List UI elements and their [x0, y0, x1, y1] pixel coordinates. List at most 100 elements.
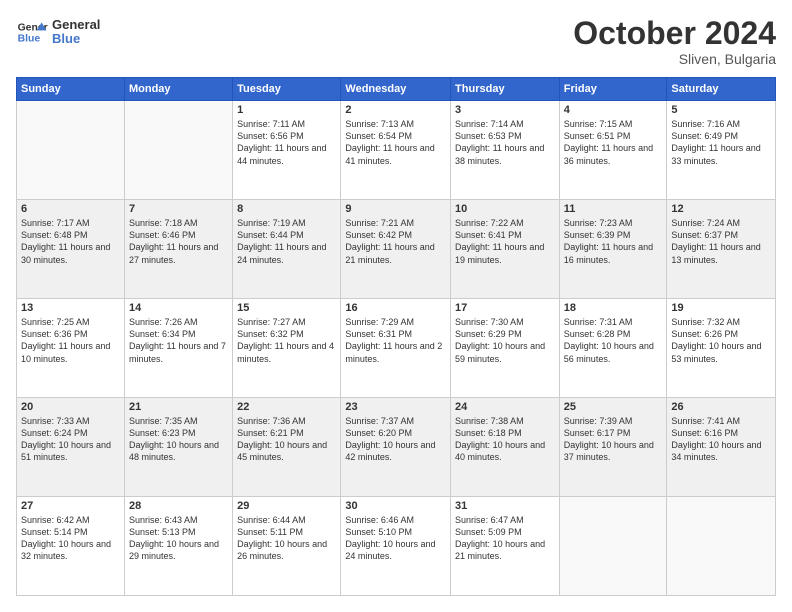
day-info: Sunrise: 6:44 AM Sunset: 5:11 PM Dayligh…	[237, 514, 336, 563]
day-info: Sunrise: 7:23 AM Sunset: 6:39 PM Dayligh…	[564, 217, 663, 266]
logo-text-general: General	[52, 18, 100, 32]
table-row: 21 Sunrise: 7:35 AM Sunset: 6:23 PM Dayli…	[124, 398, 232, 497]
day-info: Sunrise: 7:41 AM Sunset: 6:16 PM Dayligh…	[671, 415, 771, 464]
col-sunday: Sunday	[17, 78, 125, 101]
table-row: 1 Sunrise: 7:11 AM Sunset: 6:56 PM Daylig…	[233, 101, 341, 200]
day-number: 23	[345, 401, 446, 413]
day-info: Sunrise: 7:16 AM Sunset: 6:49 PM Dayligh…	[671, 118, 771, 167]
col-saturday: Saturday	[667, 78, 776, 101]
day-number: 8	[237, 203, 336, 215]
logo-icon: General Blue	[16, 16, 48, 48]
table-row: 26 Sunrise: 7:41 AM Sunset: 6:16 PM Dayli…	[667, 398, 776, 497]
table-row	[124, 101, 232, 200]
day-info: Sunrise: 7:27 AM Sunset: 6:32 PM Dayligh…	[237, 316, 336, 365]
table-row: 29Sunrise: 6:44 AM Sunset: 5:11 PM Dayli…	[233, 497, 341, 596]
table-row: 23 Sunrise: 7:37 AM Sunset: 6:20 PM Dayli…	[341, 398, 451, 497]
col-wednesday: Wednesday	[341, 78, 451, 101]
table-row: 10 Sunrise: 7:22 AM Sunset: 6:41 PM Dayli…	[451, 200, 560, 299]
page: General Blue General Blue October 2024 S…	[0, 0, 792, 612]
day-info: Sunrise: 7:31 AM Sunset: 6:28 PM Dayligh…	[564, 316, 663, 365]
day-number: 3	[455, 104, 555, 116]
table-row: 4 Sunrise: 7:15 AM Sunset: 6:51 PM Daylig…	[559, 101, 667, 200]
day-info: Sunrise: 7:18 AM Sunset: 6:46 PM Dayligh…	[129, 217, 228, 266]
day-info: Sunrise: 6:43 AM Sunset: 5:13 PM Dayligh…	[129, 514, 228, 563]
day-info: Sunrise: 6:47 AM Sunset: 5:09 PM Dayligh…	[455, 514, 555, 563]
day-number: 11	[564, 203, 663, 215]
day-number: 24	[455, 401, 555, 413]
table-row: 17Sunrise: 7:30 AM Sunset: 6:29 PM Dayli…	[451, 299, 560, 398]
title-block: October 2024 Sliven, Bulgaria	[573, 16, 776, 67]
table-row: 30Sunrise: 6:46 AM Sunset: 5:10 PM Dayli…	[341, 497, 451, 596]
day-info: Sunrise: 7:37 AM Sunset: 6:20 PM Dayligh…	[345, 415, 446, 464]
day-number: 28	[129, 500, 228, 512]
day-info: Sunrise: 7:13 AM Sunset: 6:54 PM Dayligh…	[345, 118, 446, 167]
day-info: Sunrise: 7:11 AM Sunset: 6:56 PM Dayligh…	[237, 118, 336, 167]
day-number: 18	[564, 302, 663, 314]
calendar-week-row: 1 Sunrise: 7:11 AM Sunset: 6:56 PM Daylig…	[17, 101, 776, 200]
day-info: Sunrise: 7:36 AM Sunset: 6:21 PM Dayligh…	[237, 415, 336, 464]
logo: General Blue General Blue	[16, 16, 100, 48]
day-info: Sunrise: 7:15 AM Sunset: 6:51 PM Dayligh…	[564, 118, 663, 167]
day-number: 25	[564, 401, 663, 413]
table-row: 3 Sunrise: 7:14 AM Sunset: 6:53 PM Daylig…	[451, 101, 560, 200]
month-title: October 2024	[573, 16, 776, 51]
logo-text-blue: Blue	[52, 32, 100, 46]
day-number: 19	[671, 302, 771, 314]
day-number: 27	[21, 500, 120, 512]
table-row	[667, 497, 776, 596]
table-row: 5Sunrise: 7:16 AM Sunset: 6:49 PM Daylig…	[667, 101, 776, 200]
day-number: 4	[564, 104, 663, 116]
header: General Blue General Blue October 2024 S…	[16, 16, 776, 67]
day-info: Sunrise: 7:29 AM Sunset: 6:31 PM Dayligh…	[345, 316, 446, 365]
table-row	[17, 101, 125, 200]
day-number: 22	[237, 401, 336, 413]
table-row: 31 Sunrise: 6:47 AM Sunset: 5:09 PM Dayli…	[451, 497, 560, 596]
calendar-week-row: 20Sunrise: 7:33 AM Sunset: 6:24 PM Dayli…	[17, 398, 776, 497]
table-row: 12Sunrise: 7:24 AM Sunset: 6:37 PM Dayli…	[667, 200, 776, 299]
day-number: 26	[671, 401, 771, 413]
calendar-week-row: 27 Sunrise: 6:42 AM Sunset: 5:14 PM Dayli…	[17, 497, 776, 596]
day-number: 7	[129, 203, 228, 215]
location: Sliven, Bulgaria	[573, 51, 776, 67]
table-row	[559, 497, 667, 596]
table-row: 2 Sunrise: 7:13 AM Sunset: 6:54 PM Daylig…	[341, 101, 451, 200]
day-number: 2	[345, 104, 446, 116]
day-info: Sunrise: 7:22 AM Sunset: 6:41 PM Dayligh…	[455, 217, 555, 266]
calendar-week-row: 13 Sunrise: 7:25 AM Sunset: 6:36 PM Dayli…	[17, 299, 776, 398]
svg-text:Blue: Blue	[18, 34, 41, 45]
table-row: 16Sunrise: 7:29 AM Sunset: 6:31 PM Dayli…	[341, 299, 451, 398]
day-info: Sunrise: 7:38 AM Sunset: 6:18 PM Dayligh…	[455, 415, 555, 464]
day-info: Sunrise: 7:24 AM Sunset: 6:37 PM Dayligh…	[671, 217, 771, 266]
table-row: 24 Sunrise: 7:38 AM Sunset: 6:18 PM Dayli…	[451, 398, 560, 497]
day-info: Sunrise: 7:21 AM Sunset: 6:42 PM Dayligh…	[345, 217, 446, 266]
day-info: Sunrise: 7:26 AM Sunset: 6:34 PM Dayligh…	[129, 316, 228, 365]
day-number: 1	[237, 104, 336, 116]
day-number: 15	[237, 302, 336, 314]
day-number: 17	[455, 302, 555, 314]
table-row: 18 Sunrise: 7:31 AM Sunset: 6:28 PM Dayli…	[559, 299, 667, 398]
table-row: 22 Sunrise: 7:36 AM Sunset: 6:21 PM Dayli…	[233, 398, 341, 497]
col-thursday: Thursday	[451, 78, 560, 101]
day-info: Sunrise: 6:42 AM Sunset: 5:14 PM Dayligh…	[21, 514, 120, 563]
table-row: 13 Sunrise: 7:25 AM Sunset: 6:36 PM Dayli…	[17, 299, 125, 398]
day-number: 10	[455, 203, 555, 215]
day-info: Sunrise: 7:14 AM Sunset: 6:53 PM Dayligh…	[455, 118, 555, 167]
day-number: 6	[21, 203, 120, 215]
day-number: 20	[21, 401, 120, 413]
day-number: 13	[21, 302, 120, 314]
day-number: 14	[129, 302, 228, 314]
table-row: 7 Sunrise: 7:18 AM Sunset: 6:46 PM Daylig…	[124, 200, 232, 299]
day-number: 21	[129, 401, 228, 413]
day-info: Sunrise: 7:25 AM Sunset: 6:36 PM Dayligh…	[21, 316, 120, 365]
day-number: 9	[345, 203, 446, 215]
day-info: Sunrise: 7:35 AM Sunset: 6:23 PM Dayligh…	[129, 415, 228, 464]
table-row: 20Sunrise: 7:33 AM Sunset: 6:24 PM Dayli…	[17, 398, 125, 497]
table-row: 14 Sunrise: 7:26 AM Sunset: 6:34 PM Dayli…	[124, 299, 232, 398]
calendar-week-row: 6Sunrise: 7:17 AM Sunset: 6:48 PM Daylig…	[17, 200, 776, 299]
day-info: Sunrise: 6:46 AM Sunset: 5:10 PM Dayligh…	[345, 514, 446, 563]
col-friday: Friday	[559, 78, 667, 101]
table-row: 8Sunrise: 7:19 AM Sunset: 6:44 PM Daylig…	[233, 200, 341, 299]
day-number: 31	[455, 500, 555, 512]
day-info: Sunrise: 7:39 AM Sunset: 6:17 PM Dayligh…	[564, 415, 663, 464]
table-row: 9 Sunrise: 7:21 AM Sunset: 6:42 PM Daylig…	[341, 200, 451, 299]
